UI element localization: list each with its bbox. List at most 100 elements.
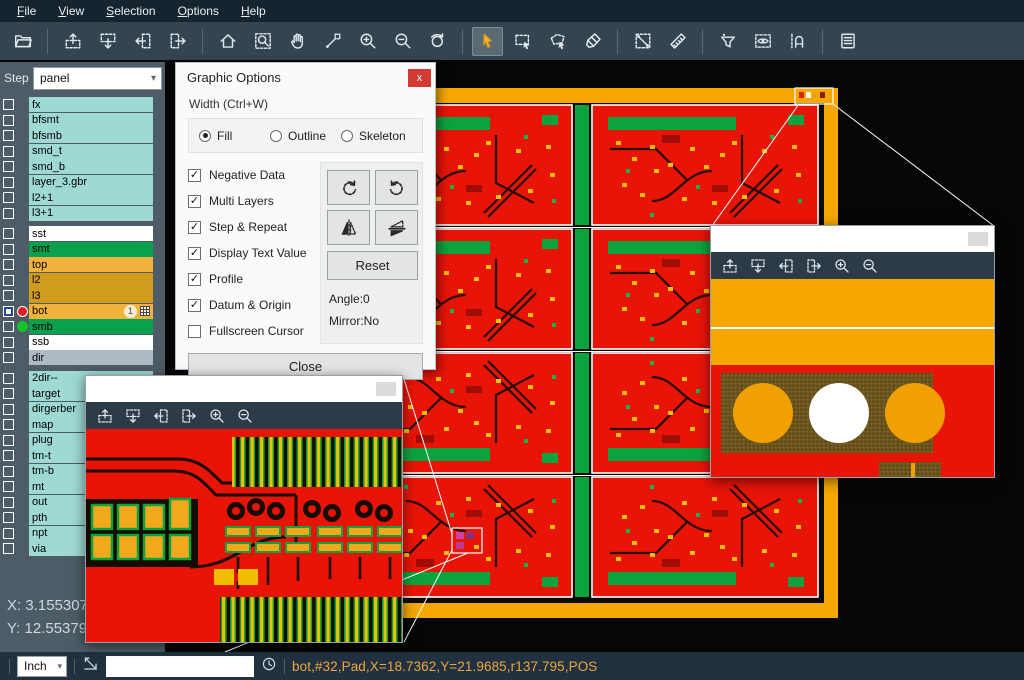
layer-visibility-checkbox[interactable] (3, 512, 14, 523)
magnifier-window-right[interactable] (710, 225, 995, 478)
layer-row-smb[interactable]: smb (0, 319, 165, 334)
dialog-titlebar[interactable]: Graphic Options x (176, 63, 435, 92)
layer-name[interactable]: sst (29, 226, 153, 241)
layer-visibility-checkbox[interactable] (3, 99, 14, 110)
checkbox-display-text-value[interactable]: ✓Display Text Value (188, 240, 320, 266)
clean-brush-button[interactable] (577, 27, 608, 56)
layer-row-l3+1[interactable]: l3+1 (0, 206, 165, 221)
layer-visibility-checkbox[interactable] (3, 275, 14, 286)
layer-name[interactable]: smd_b (29, 159, 153, 174)
checkbox-step-repeat[interactable]: ✓Step & Repeat (188, 214, 320, 240)
layer-name[interactable]: l2 (29, 273, 153, 288)
unit-selector[interactable]: Inch ▾ (17, 656, 67, 677)
zoom-out-button[interactable] (237, 408, 253, 424)
layer-row-smt[interactable]: smt (0, 242, 165, 257)
send-up-button[interactable] (57, 27, 88, 56)
layer-row-sst[interactable]: sst (0, 226, 165, 241)
layer-visibility-checkbox[interactable] (3, 192, 14, 203)
layer-visibility-checkbox[interactable] (3, 146, 14, 157)
zoom-window-button[interactable] (247, 27, 278, 56)
zoom-in-button[interactable] (352, 27, 383, 56)
checkbox-profile[interactable]: ✓Profile (188, 266, 320, 292)
filter-button[interactable] (712, 27, 743, 56)
menu-selection[interactable]: Selection (95, 1, 166, 21)
layer-row-l2+1[interactable]: l2+1 (0, 190, 165, 205)
layer-name[interactable]: layer_3.gbr (29, 175, 153, 190)
layer-visibility-checkbox[interactable] (3, 466, 14, 477)
layer-visibility-checkbox[interactable] (3, 130, 14, 141)
layer-name[interactable]: smb (29, 319, 153, 334)
layer-visibility-checkbox[interactable] (3, 419, 14, 430)
magnifier-window-bottom-left[interactable] (85, 375, 403, 643)
zoom-out-button[interactable] (387, 27, 418, 56)
layer-row-bfsmb[interactable]: bfsmb (0, 128, 165, 143)
zoom-previous-button[interactable] (422, 27, 453, 56)
layer-visibility-checkbox[interactable] (3, 259, 14, 270)
layer-name[interactable]: smt (29, 242, 153, 257)
select-poly-button[interactable] (542, 27, 573, 56)
snap-magnet-button[interactable] (782, 27, 813, 56)
checkbox-negative-data[interactable]: ✓Negative Data (188, 162, 320, 188)
send-down-button[interactable] (125, 408, 141, 424)
send-right-button[interactable] (181, 408, 197, 424)
send-left-button[interactable] (127, 27, 158, 56)
layer-visibility-checkbox[interactable] (3, 306, 14, 317)
send-up-button[interactable] (722, 258, 738, 274)
layer-row-dir[interactable]: dir (0, 350, 165, 365)
magnifier-content[interactable] (86, 429, 402, 642)
open-folder-button[interactable] (7, 27, 38, 56)
layer-visibility-checkbox[interactable] (3, 388, 14, 399)
layer-visibility-checkbox[interactable] (3, 373, 14, 384)
send-down-button[interactable] (750, 258, 766, 274)
corner-snap-icon[interactable] (82, 655, 99, 677)
select-rect-button[interactable] (507, 27, 538, 56)
magnifier-menu-button[interactable] (968, 232, 988, 246)
rotate-cw-button[interactable] (327, 170, 370, 205)
layer-row-bfsmt[interactable]: bfsmt (0, 113, 165, 128)
layer-row-smd_t[interactable]: smd_t (0, 144, 165, 159)
layer-name[interactable]: bfsmb (29, 128, 153, 143)
layer-visibility-checkbox[interactable] (3, 161, 14, 172)
layer-visibility-checkbox[interactable] (3, 244, 14, 255)
magnifier-titlebar[interactable] (711, 226, 994, 252)
layer-name[interactable]: l3+1 (29, 206, 153, 221)
layer-row-l3[interactable]: l3 (0, 288, 165, 303)
zoom-in-button[interactable] (834, 258, 850, 274)
menu-file[interactable]: File (6, 1, 47, 21)
zoom-out-button[interactable] (862, 258, 878, 274)
layer-row-top[interactable]: top (0, 257, 165, 272)
menu-view[interactable]: View (47, 1, 95, 21)
layer-visibility-checkbox[interactable] (3, 228, 14, 239)
flip-horizontal-button[interactable] (327, 210, 370, 245)
layer-visibility-checkbox[interactable] (3, 497, 14, 508)
magnifier-menu-button[interactable] (376, 382, 396, 396)
zoom-in-button[interactable] (209, 408, 225, 424)
layer-visibility-checkbox[interactable] (3, 321, 14, 332)
checkbox-multi-layers[interactable]: ✓Multi Layers (188, 188, 320, 214)
layer-visibility-checkbox[interactable] (3, 177, 14, 188)
layer-row-bot[interactable]: bot1 (0, 304, 165, 319)
layer-name[interactable]: ssb (29, 335, 153, 350)
layer-name[interactable]: fx (29, 97, 153, 112)
command-input[interactable] (106, 656, 254, 677)
home-button[interactable] (212, 27, 243, 56)
measure-line-button[interactable] (627, 27, 658, 56)
layer-visibility-checkbox[interactable] (3, 290, 14, 301)
refresh-icon[interactable] (261, 656, 277, 677)
measure-path-button[interactable] (317, 27, 348, 56)
layer-name[interactable]: l3 (29, 288, 153, 303)
radio-outline[interactable]: Outline (270, 129, 341, 143)
layer-name[interactable]: l2+1 (29, 190, 153, 205)
radio-fill[interactable]: Fill (199, 129, 270, 143)
layers-panel-button[interactable] (832, 27, 863, 56)
view-eye-button[interactable] (747, 27, 778, 56)
layer-name[interactable]: bfsmt (29, 113, 153, 128)
send-up-button[interactable] (97, 408, 113, 424)
layer-visibility-checkbox[interactable] (3, 528, 14, 539)
layer-row-layer_3.gbr[interactable]: layer_3.gbr (0, 175, 165, 190)
graphic-options-dialog[interactable]: Graphic Options x Width (Ctrl+W) FillOut… (175, 62, 436, 370)
layer-visibility-checkbox[interactable] (3, 352, 14, 363)
layer-name[interactable]: bot1 (29, 304, 153, 319)
layer-visibility-checkbox[interactable] (3, 337, 14, 348)
layer-row-fx[interactable]: fx (0, 97, 165, 112)
